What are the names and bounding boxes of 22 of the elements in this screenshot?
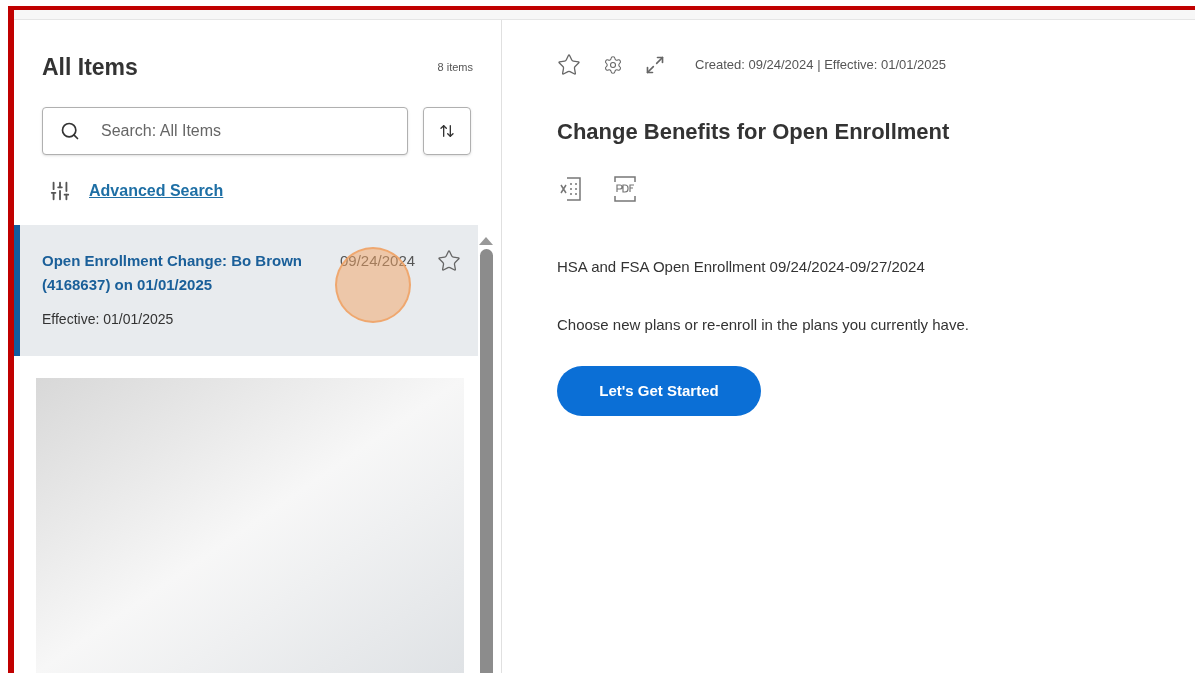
scrollbar-thumb[interactable] bbox=[479, 248, 493, 673]
filter-icon bbox=[49, 179, 71, 202]
description-text: HSA and FSA Open Enrollment 09/24/2024-09/27/2024 bbox=[557, 257, 926, 277]
sort-button[interactable] bbox=[423, 106, 471, 155]
search-icon bbox=[60, 120, 80, 141]
item-count: 8 items bbox=[437, 60, 473, 75]
get-started-button[interactable]: Let's Get Started bbox=[557, 366, 761, 416]
item-effective: Effective: 01/01/2025 bbox=[42, 309, 175, 329]
star-icon[interactable] bbox=[437, 248, 462, 273]
pdf-export-icon[interactable] bbox=[613, 176, 637, 202]
star-icon[interactable] bbox=[557, 53, 581, 77]
search-field[interactable]: Search: All Items bbox=[42, 106, 408, 155]
description-text: Choose new plans or re-enroll in the plans you currently have. bbox=[557, 314, 970, 335]
created-effective-dates: Created: 09/24/2024 | Effective: 01/01/2025 bbox=[695, 56, 947, 75]
expand-icon[interactable] bbox=[645, 55, 665, 75]
sort-icon bbox=[439, 122, 455, 139]
excel-export-icon[interactable] bbox=[559, 176, 583, 202]
detail-title: Change Benefits for Open Enrollment bbox=[557, 118, 951, 146]
advanced-search-link[interactable]: Advanced Search bbox=[89, 178, 224, 203]
settings-icon[interactable] bbox=[603, 55, 623, 75]
item-title: Open Enrollment Change: Bo Brown (4168637) on 01/01/2025 bbox=[42, 250, 303, 295]
panel-title: All Items bbox=[42, 53, 138, 82]
